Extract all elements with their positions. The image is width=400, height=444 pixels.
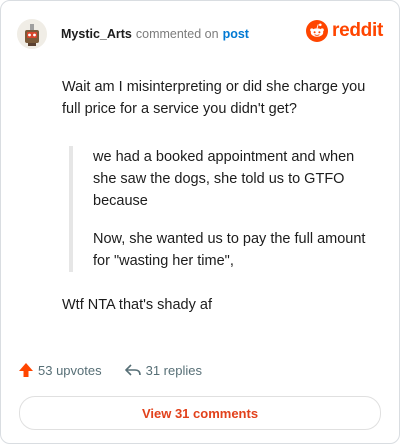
comment-action: commented on: [135, 27, 219, 41]
reply-button[interactable]: 31 replies: [124, 362, 202, 378]
reply-count: 31 replies: [145, 362, 202, 378]
blockquote: we had a booked appointment and when she…: [69, 146, 371, 272]
quote-paragraph: Now, she wanted us to pay the full amoun…: [93, 231, 366, 269]
comment-text: Wait am I misinterpreting or did she cha…: [62, 79, 366, 117]
upvote-button[interactable]: 53 upvotes: [18, 362, 102, 378]
comment-text: Wtf NTA that's shady af: [62, 297, 212, 313]
upvote-count: 53 upvotes: [38, 362, 102, 378]
upvote-arrow-icon: [19, 363, 33, 377]
post-link[interactable]: post: [223, 27, 249, 41]
comment-body: Wait am I misinterpreting or did she cha…: [62, 76, 371, 316]
view-comments-button[interactable]: View 31 comments: [19, 396, 381, 430]
reply-icon: [124, 364, 141, 376]
reddit-logo[interactable]: reddit: [306, 20, 383, 42]
comment-stats: 53 upvotes 31 replies: [18, 362, 202, 378]
reddit-wordmark: reddit: [332, 20, 383, 41]
comment-card: Mystic_Arts commented on post reddit Wai…: [0, 0, 400, 444]
avatar[interactable]: [17, 19, 47, 49]
username[interactable]: Mystic_Arts: [61, 27, 132, 41]
avatar-image: [17, 19, 47, 49]
comment-header: Mystic_Arts commented on post reddit: [17, 17, 383, 51]
quote-paragraph: we had a booked appointment and when she…: [93, 149, 355, 209]
reddit-icon: [306, 20, 329, 42]
